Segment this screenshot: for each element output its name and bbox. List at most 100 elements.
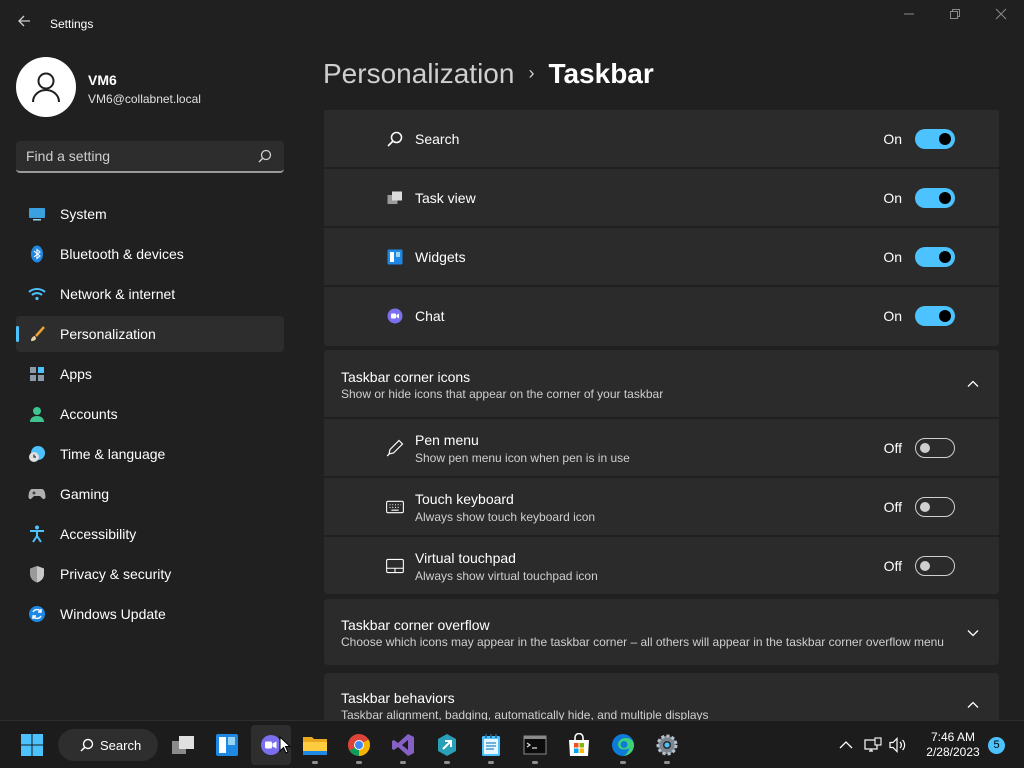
section-title: Taskbar corner icons <box>341 369 471 385</box>
row-label: Virtual touchpad <box>415 550 516 566</box>
person-icon <box>28 405 46 423</box>
widgets-icon <box>216 734 238 756</box>
bluetooth-icon <box>28 245 46 263</box>
task-view-toggle[interactable] <box>915 188 955 208</box>
sidebar-item-label: Apps <box>60 366 92 382</box>
gamepad-icon <box>28 485 46 503</box>
sidebar-item-label: Accounts <box>60 406 118 422</box>
store-icon <box>569 733 589 756</box>
taskbar-widgets[interactable] <box>207 725 247 765</box>
row-label: Widgets <box>415 249 466 265</box>
chat-toggle[interactable] <box>915 306 955 326</box>
sidebar-item-network[interactable]: Network & internet <box>16 276 284 312</box>
running-indicator <box>312 761 318 764</box>
sidebar-item-accounts[interactable]: Accounts <box>16 396 284 432</box>
running-indicator <box>400 761 406 764</box>
sidebar-item-personalization[interactable]: Personalization <box>16 316 284 352</box>
row-label: Chat <box>415 308 445 324</box>
sidebar-item-label: Accessibility <box>60 526 137 542</box>
chevron-up-icon <box>839 741 853 749</box>
taskbar-search-button[interactable]: Search <box>58 729 158 761</box>
settings-icon <box>656 734 678 756</box>
sidebar-item-privacy-security[interactable]: Privacy & security <box>16 556 284 592</box>
sidebar-item-label: Gaming <box>60 486 110 502</box>
chevron-up-icon <box>967 701 979 708</box>
apps-icon <box>28 365 46 383</box>
running-indicator <box>444 761 450 764</box>
section-title: Taskbar behaviors <box>341 690 455 706</box>
taskbar-item-widgets-row: Widgets On <box>324 228 999 285</box>
taskbar-edge[interactable] <box>603 725 643 765</box>
sidebar-item-bluetooth[interactable]: Bluetooth & devices <box>16 236 284 272</box>
widgets-toggle[interactable] <box>915 247 955 267</box>
notepad-icon <box>482 734 500 756</box>
volume-icon <box>889 737 906 753</box>
section-subtitle: Taskbar alignment, badging, automaticall… <box>341 708 709 720</box>
search-input[interactable] <box>26 147 246 165</box>
row-subtitle: Always show touch keyboard icon <box>415 510 596 524</box>
touch-keyboard-toggle[interactable] <box>915 497 955 517</box>
start-button[interactable] <box>12 725 52 765</box>
minimize-icon <box>904 13 914 15</box>
running-indicator <box>532 761 538 764</box>
mouse-cursor-icon <box>279 736 291 754</box>
toggle-state-text: On <box>883 190 902 206</box>
page-title: Taskbar <box>548 58 654 89</box>
search-toggle[interactable] <box>915 129 955 149</box>
sidebar-item-label: Bluetooth & devices <box>60 246 184 262</box>
row-label: Pen menu <box>415 432 479 448</box>
corner-icons-header[interactable]: Taskbar corner icons Show or hide icons … <box>324 350 999 417</box>
virtual-touchpad-toggle[interactable] <box>915 556 955 576</box>
app-title: Settings <box>50 17 94 31</box>
taskbar-store[interactable] <box>559 725 599 765</box>
taskbar-clock[interactable]: 7:46 AM 2/28/2023 <box>918 730 988 760</box>
user-email: VM6@collabnet.local <box>88 92 201 106</box>
taskbar-item-chat-row: Chat On <box>324 287 999 346</box>
taskbar-chrome[interactable] <box>339 725 379 765</box>
sidebar-item-accessibility[interactable]: Accessibility <box>16 516 284 552</box>
volume-button[interactable] <box>888 735 908 755</box>
pen-menu-toggle[interactable] <box>915 438 955 458</box>
toggle-state-text: Off <box>883 440 902 456</box>
network-status-button[interactable] <box>863 735 883 755</box>
sidebar-item-system[interactable]: System <box>16 196 284 232</box>
restore-button[interactable] <box>932 6 978 28</box>
arrow-left-icon <box>18 15 30 27</box>
taskbar-notepad[interactable] <box>471 725 511 765</box>
taskbar-azure-data-studio[interactable] <box>427 725 467 765</box>
touch-keyboard-row: Touch keyboard Always show touch keyboar… <box>324 478 999 535</box>
sidebar-item-gaming[interactable]: Gaming <box>16 476 284 512</box>
start-icon <box>21 734 43 756</box>
behaviors-header[interactable]: Taskbar behaviors Taskbar alignment, bad… <box>324 673 999 720</box>
taskbar-task-view[interactable] <box>163 725 203 765</box>
brush-icon <box>28 325 46 343</box>
sidebar-item-label: System <box>60 206 107 222</box>
chat-icon <box>386 307 404 325</box>
notification-badge[interactable]: 5 <box>988 737 1005 754</box>
sidebar-item-windows-update[interactable]: Windows Update <box>16 596 284 632</box>
taskbar-visual-studio[interactable] <box>383 725 423 765</box>
taskbar-file-explorer[interactable] <box>295 725 335 765</box>
close-icon <box>995 8 1007 20</box>
sidebar-item-apps[interactable]: Apps <box>16 356 284 392</box>
task-view-icon <box>386 189 404 207</box>
sidebar-item-time-language[interactable]: Time & language <box>16 436 284 472</box>
selection-indicator <box>16 326 19 342</box>
taskbar-terminal[interactable] <box>515 725 555 765</box>
close-button[interactable] <box>978 6 1024 28</box>
terminal-icon <box>523 735 547 755</box>
back-button[interactable] <box>12 12 36 36</box>
corner-overflow-header[interactable]: Taskbar corner overflow Choose which ico… <box>324 599 999 665</box>
settings-search[interactable] <box>16 141 284 173</box>
avatar[interactable] <box>16 57 76 117</box>
breadcrumb: Personalization › Taskbar <box>323 58 654 90</box>
breadcrumb-parent[interactable]: Personalization <box>323 58 514 89</box>
edge-icon <box>612 734 634 756</box>
taskbar-settings[interactable] <box>647 725 687 765</box>
toggle-state-text: On <box>883 308 902 324</box>
row-label: Search <box>415 131 460 147</box>
minimize-button[interactable] <box>886 6 932 28</box>
show-hidden-icons-button[interactable] <box>836 735 856 755</box>
widgets-icon <box>386 248 404 266</box>
running-indicator <box>620 761 626 764</box>
